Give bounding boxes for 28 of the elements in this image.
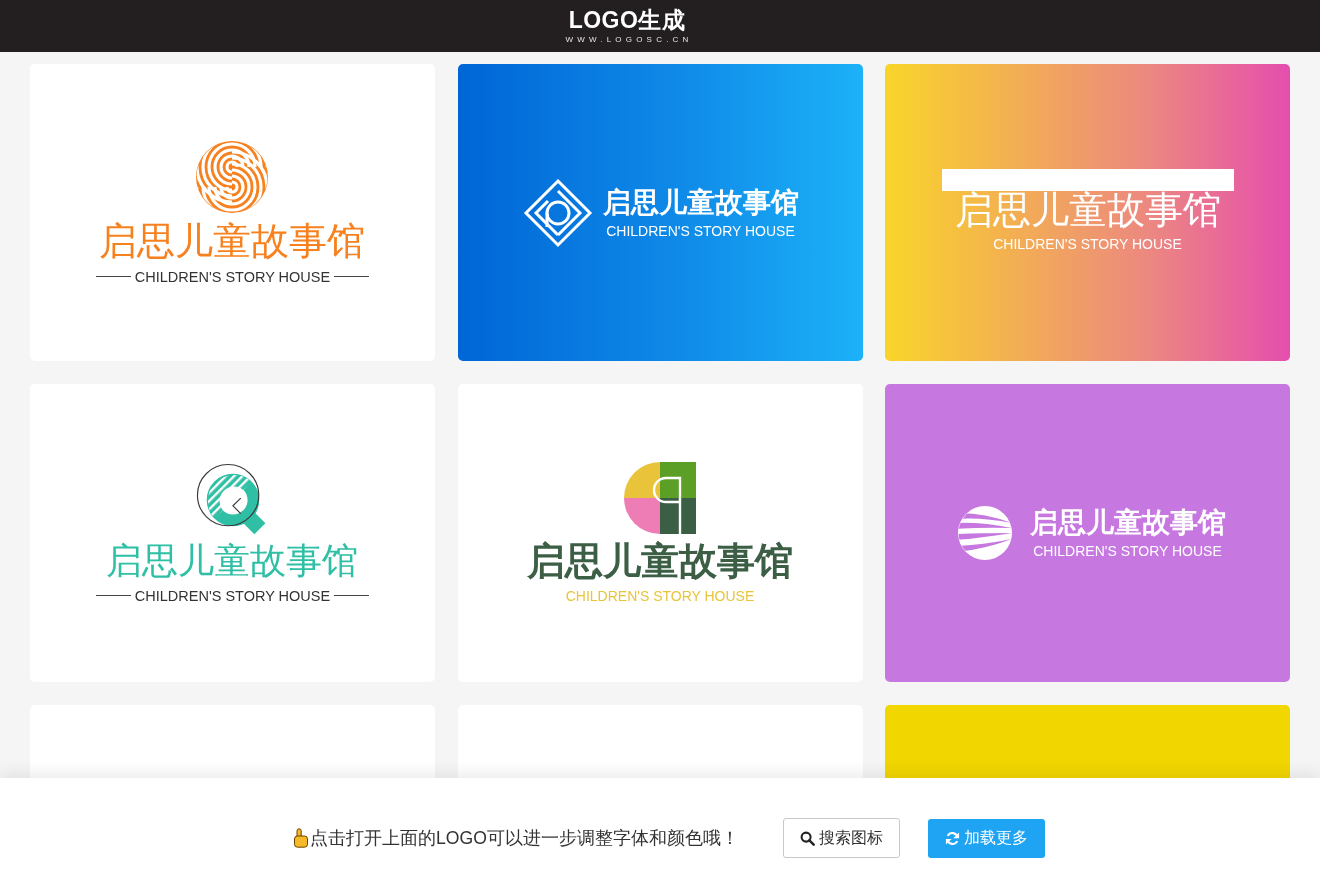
brand-tagline: CHILDREN'S STORY HOUSE (1033, 543, 1222, 559)
diamond-icon (521, 176, 594, 249)
hint-text: 点击打开上面的LOGO可以进一步调整字体和颜色哦！ (310, 827, 739, 850)
striped-ball-icon (957, 506, 1012, 560)
brand-tagline: CHILDREN'S STORY HOUSE (606, 222, 795, 239)
brand-tagline: CHILDREN'S STORY HOUSE (134, 587, 331, 604)
swirl-icon (196, 140, 269, 213)
brand-tagline: CHILDREN'S STORY HOUSE (134, 268, 331, 285)
pointing-hand-icon (293, 828, 310, 848)
logo-card[interactable]: 启思儿童故事馆 CHILDREN'S STORY HOUSE (30, 64, 435, 361)
site-url: WWW.LOGOSC.CN (564, 34, 693, 45)
refresh-icon (944, 830, 960, 846)
logo-card[interactable] (885, 705, 1290, 778)
brand-name: 启思儿童故事馆 (954, 187, 1221, 232)
site-logo[interactable]: LOGO生成 (568, 7, 686, 32)
brand-name: 启思儿童故事馆 (1029, 507, 1226, 539)
brand-name: 启思儿童故事馆 (99, 219, 366, 262)
brand-name: 启思儿童故事馆 (527, 538, 793, 584)
search-icon (799, 830, 815, 846)
logo-card[interactable]: 启思儿童故事馆 CHILDREN'S STORY HOUSE (457, 64, 863, 361)
brand-name: 启思儿童故事馆 (106, 540, 359, 581)
quad-block-icon (624, 462, 696, 534)
logo-card[interactable]: 启思儿童故事馆 CHILDREN'S STORY HOUSE (457, 384, 863, 682)
logo-card[interactable]: 启思儿童故事馆 CHILDREN'S STORY HOUSE (30, 384, 435, 682)
brand-tagline: CHILDREN'S STORY HOUSE (565, 588, 755, 604)
brand-tagline: CHILDREN'S STORY HOUSE (993, 235, 1182, 252)
search-button[interactable]: 搜索图标 (782, 818, 900, 858)
brand-name: 启思儿童故事馆 (602, 186, 799, 219)
